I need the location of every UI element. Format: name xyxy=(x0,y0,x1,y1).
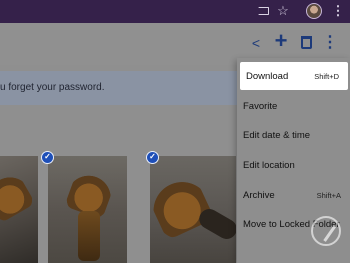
photo-thumbnail[interactable] xyxy=(0,156,38,263)
menu-item-label: Favorite xyxy=(243,100,278,112)
photo-thumbnail[interactable] xyxy=(48,156,127,263)
browser-toolbar: ☆ ⋮ xyxy=(0,0,350,23)
add-icon[interactable]: + xyxy=(272,30,290,52)
watermark-logo xyxy=(311,216,341,246)
menu-item-label: Edit date & time xyxy=(243,129,311,141)
menu-item-label: Download xyxy=(246,70,289,82)
kebab-icon[interactable]: ⋮ xyxy=(330,3,346,19)
banner-text: u forget your password. xyxy=(0,82,105,93)
avatar[interactable] xyxy=(306,3,322,19)
menu-item-shortcut: Shift+D xyxy=(314,71,339,81)
photo-content xyxy=(195,205,236,243)
star-icon[interactable]: ☆ xyxy=(275,3,291,19)
menu-item-favorite[interactable]: Favorite xyxy=(237,92,350,120)
share-icon[interactable]: < xyxy=(247,34,265,52)
menu-item-edit-date-time[interactable]: Edit date & time xyxy=(237,121,350,149)
menu-item-label: Archive xyxy=(243,189,275,201)
photo-thumbnail[interactable] xyxy=(150,156,236,263)
cast-icon[interactable] xyxy=(255,3,271,19)
menu-item-edit-location[interactable]: Edit location xyxy=(237,151,350,179)
photo-content xyxy=(78,211,100,261)
menu-item-label: Edit location xyxy=(243,159,295,171)
trash-icon[interactable] xyxy=(297,34,315,52)
menu-item-shortcut: Shift+A xyxy=(316,190,341,200)
photo-content xyxy=(150,171,215,241)
selected-check-icon[interactable]: ✓ xyxy=(41,151,54,164)
more-vert-icon[interactable]: ⋮ xyxy=(321,34,339,52)
selected-check-icon[interactable]: ✓ xyxy=(146,151,159,164)
menu-item-download[interactable]: Download Shift+D xyxy=(240,62,348,90)
photo-content xyxy=(0,168,36,224)
menu-item-archive[interactable]: Archive Shift+A xyxy=(237,181,350,209)
